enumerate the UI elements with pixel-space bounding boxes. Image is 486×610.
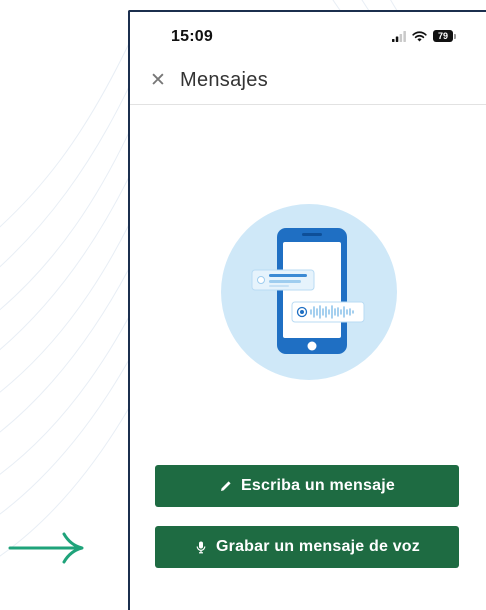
page-title: Mensajes xyxy=(180,69,268,91)
status-bar: 15:09 79 xyxy=(130,12,486,62)
phone-screen: 15:09 79 ✕ Mensajes Escriba un mensaje G… xyxy=(128,10,486,610)
wifi-icon xyxy=(412,30,427,41)
signal-icon xyxy=(392,30,406,42)
record-voice-message-button[interactable]: Grabar un mensaje de voz xyxy=(155,526,459,568)
header: ✕ Mensajes xyxy=(130,64,486,105)
pencil-icon xyxy=(219,479,233,493)
microphone-icon xyxy=(194,540,208,554)
record-voice-message-label: Grabar un mensaje de voz xyxy=(216,538,420,555)
status-icons: 79 xyxy=(392,30,456,42)
pointer-arrow-icon xyxy=(8,532,84,564)
battery-level: 79 xyxy=(433,30,453,42)
write-message-button[interactable]: Escriba un mensaje xyxy=(155,465,459,507)
battery-tip xyxy=(454,33,456,39)
phone-messages-illustration xyxy=(221,204,397,380)
battery-icon: 79 xyxy=(433,30,456,42)
status-time: 15:09 xyxy=(171,28,213,45)
close-icon[interactable]: ✕ xyxy=(150,70,166,92)
write-message-label: Escriba un mensaje xyxy=(241,477,395,494)
